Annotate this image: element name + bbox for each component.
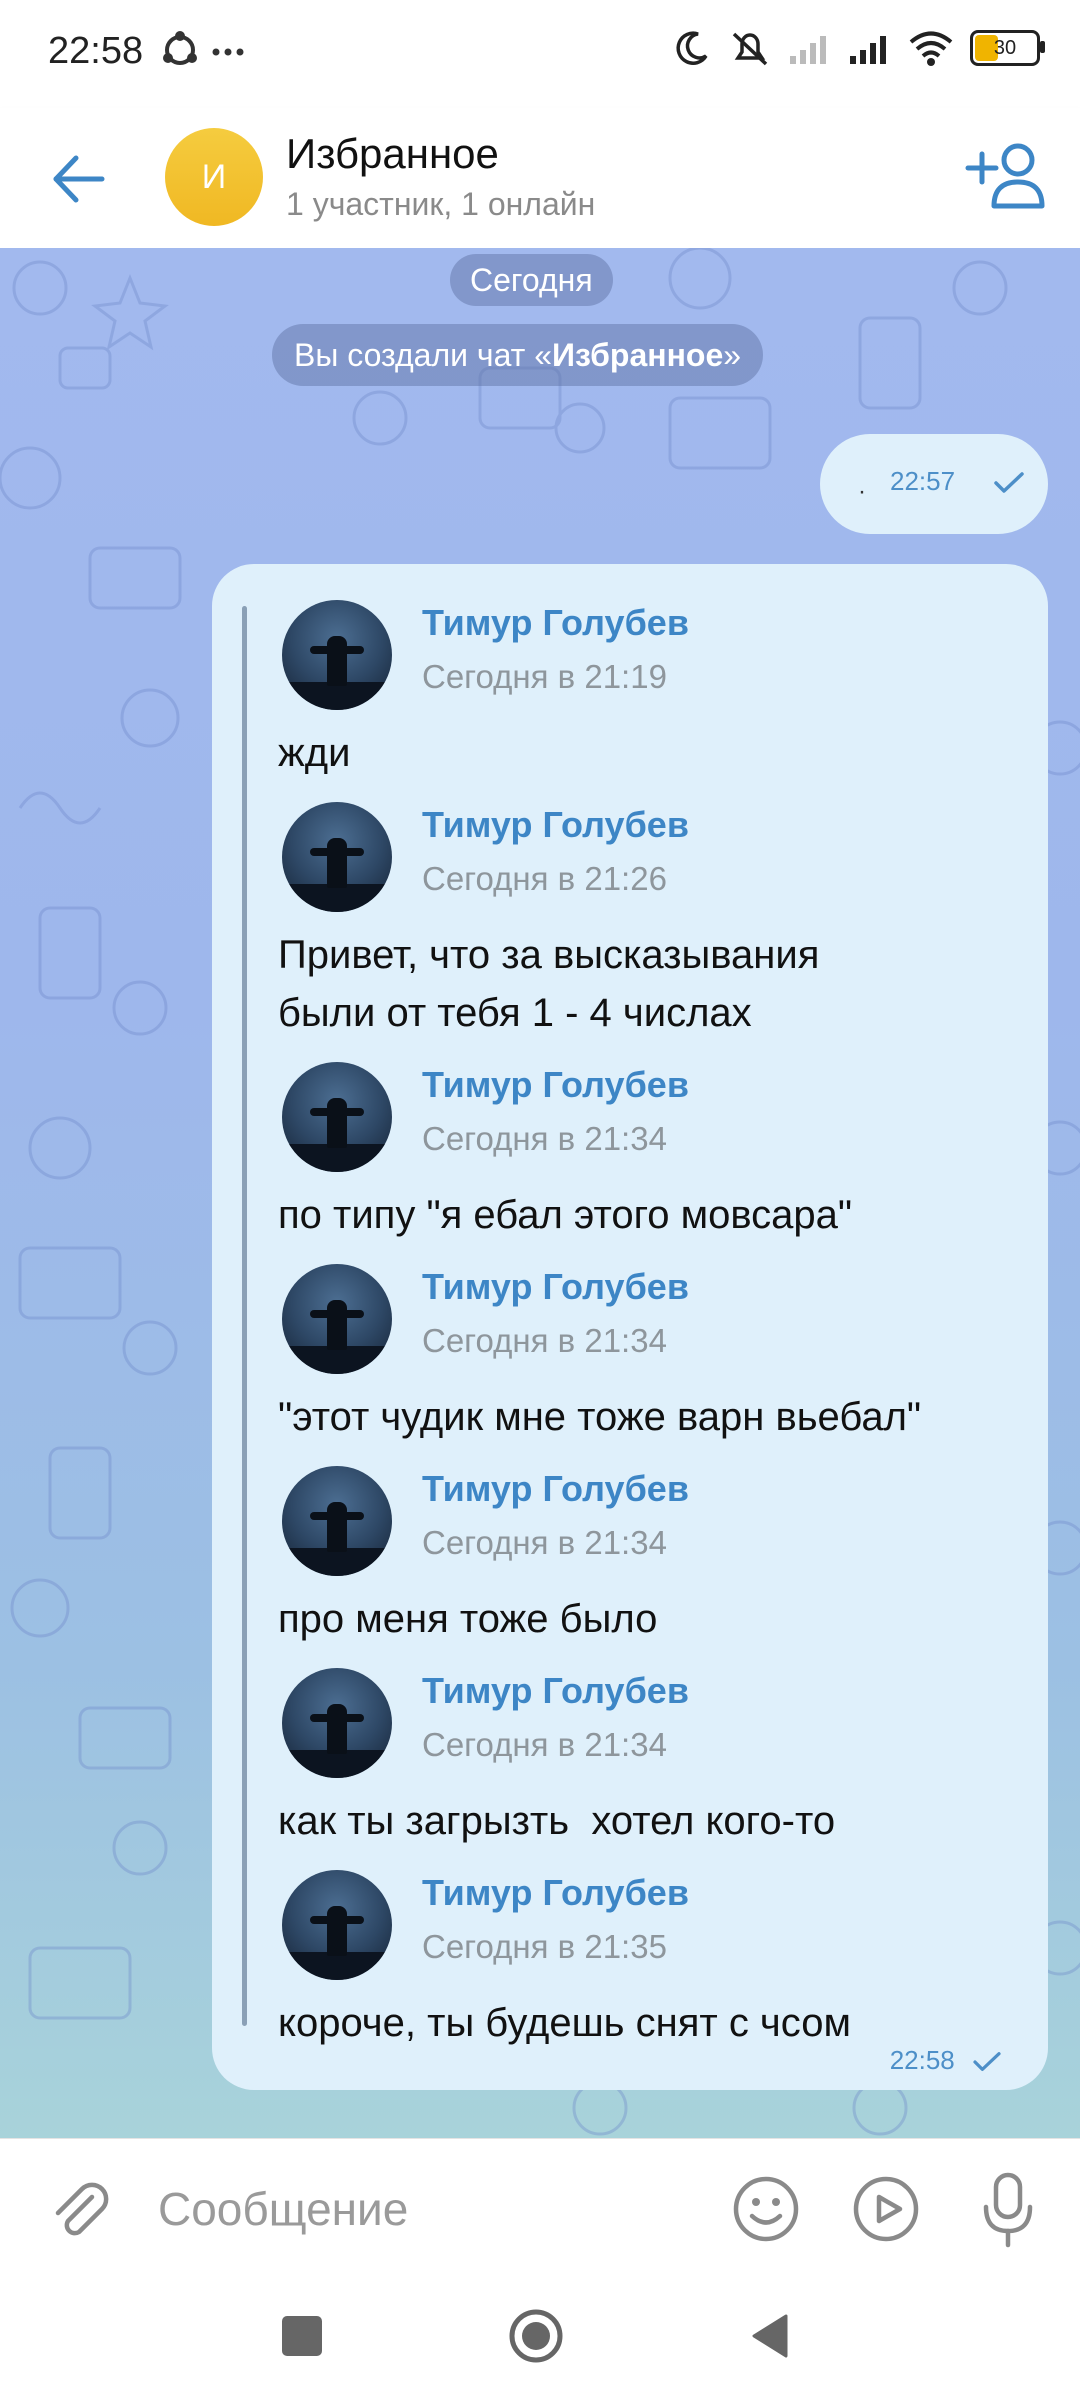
message-text: короче, ты будешь снят с чсом [278,2001,851,2045]
chat-area[interactable]: Сегодня Вы создали чат «Избранное» · 22:… [0,248,1080,2138]
back-arrow-icon[interactable] [44,144,114,214]
service-message: Вы создали чат «Избранное» [272,324,764,386]
chat-header: И Избранное 1 участник, 1 онлайн [0,108,1080,248]
add-user-icon[interactable] [962,138,1046,212]
signal-empty-icon [790,36,826,64]
sender-name[interactable]: Тимур Голубев [422,1872,689,1914]
forward-date: Сегодня в 21:34 [422,1322,667,1359]
sender-name[interactable]: Тимур Голубев [422,804,689,846]
message-input[interactable] [156,2173,700,2245]
bubble-time: 22:58 [890,2045,1004,2076]
message-text: про меня тоже было [278,1597,658,1641]
forward-date: Сегодня в 21:19 [422,658,667,695]
status-bar: 22:58 30 [0,0,1080,108]
message-composer [0,2138,1080,2277]
sender-avatar[interactable] [282,1870,392,1980]
date-separator: Сегодня [450,254,613,306]
forward-date: Сегодня в 21:35 [422,1928,667,1965]
muted-bell-icon [732,32,768,66]
wifi-icon [909,31,953,66]
status-time: 22:58 [48,30,144,72]
microphone-icon[interactable] [972,2169,1044,2249]
system-icons: 30 [672,28,1045,68]
sender-name[interactable]: Тимур Голубев [422,602,689,644]
system-navigation-bar [0,2276,1080,2400]
check-icon [994,472,1024,493]
outgoing-message[interactable]: · 22:57 [820,434,1048,534]
message-time: 22:58 [889,2045,955,2075]
sender-avatar[interactable] [282,600,392,710]
forward-date: Сегодня в 21:34 [422,1524,667,1561]
sender-avatar[interactable] [282,1466,392,1576]
play-icon[interactable] [850,2173,922,2245]
signal-icon [850,36,886,64]
sender-avatar[interactable] [282,1264,392,1374]
back-button[interactable] [748,2312,790,2360]
check-icon [973,2052,1001,2072]
forwarded-messages-bubble[interactable]: Тимур Голубев Сегодня в 21:19 жди Тимур … [212,564,1048,2090]
recents-button[interactable] [282,2316,322,2356]
moon-icon [676,31,708,65]
chat-subtitle: 1 участник, 1 онлайн [286,186,596,222]
sender-avatar[interactable] [282,802,392,912]
forward-date: Сегодня в 21:34 [422,1726,667,1763]
home-button[interactable] [508,2308,564,2364]
sender-avatar[interactable] [282,1062,392,1172]
message-text: как ты загрызть хотел кого-то [278,1799,836,1843]
sender-name[interactable]: Тимур Голубев [422,1468,689,1510]
smile-icon[interactable] [730,2173,802,2245]
battery-icon: 30 [970,30,1045,66]
forward-date: Сегодня в 21:34 [422,1120,667,1157]
chat-title[interactable]: Избранное [286,130,499,178]
paperclip-icon[interactable] [44,2175,114,2245]
sender-avatar[interactable] [282,1668,392,1778]
forward-indicator-bar [242,606,247,2026]
message-text: по типу "я ебал этого мовсара" [278,1193,853,1237]
message-time: 22:57 [890,466,956,496]
message-text: "этот чудик мне тоже варн вьебал" [278,1395,922,1439]
message-text: Привет, что за высказывания были от тебя… [278,933,820,1035]
message-text: жди [278,731,351,775]
sender-name[interactable]: Тимур Голубев [422,1064,689,1106]
sender-name[interactable]: Тимур Голубев [422,1670,689,1712]
chat-avatar[interactable]: И [165,128,263,226]
forward-date: Сегодня в 21:26 [422,860,667,897]
sender-name[interactable]: Тимур Голубев [422,1266,689,1308]
message-text: · [858,478,866,505]
notification-icons [163,31,244,65]
